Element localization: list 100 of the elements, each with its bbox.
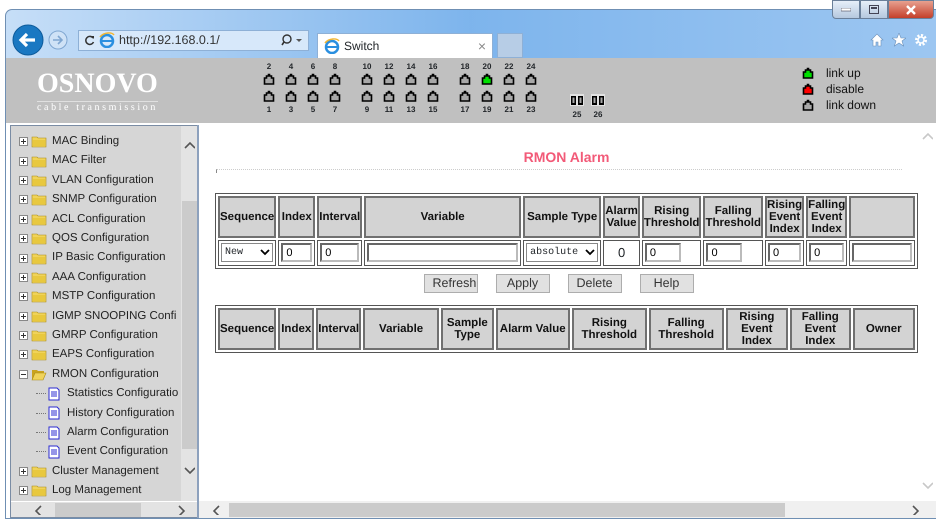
port-number: 9 xyxy=(364,105,370,114)
input-field[interactable]: 0 xyxy=(281,243,312,262)
caret-icon[interactable] xyxy=(585,249,596,256)
tree-item[interactable]: AAA Configuration xyxy=(52,268,146,286)
home-icon[interactable] xyxy=(870,33,884,47)
folder-icon xyxy=(31,464,47,478)
close-icon[interactable] xyxy=(905,4,917,14)
column-header: Sequence xyxy=(218,196,276,238)
expand-icon[interactable] xyxy=(19,156,28,166)
tree-item[interactable]: Alarm Configuration xyxy=(67,424,169,442)
port-number: 24 xyxy=(526,62,536,71)
expand-icon[interactable] xyxy=(19,272,28,282)
tree-item[interactable]: VLAN Configuration xyxy=(52,172,154,190)
column-header: Index xyxy=(278,308,314,350)
folder-icon xyxy=(31,252,47,265)
input-field[interactable]: 0 xyxy=(768,243,802,262)
column-header: Alarm Value xyxy=(603,196,640,238)
port-number: 25 xyxy=(572,110,582,119)
folder-icon xyxy=(31,290,47,304)
expand-icon[interactable] xyxy=(19,214,28,224)
tree-item[interactable]: EAPS Configuration xyxy=(52,346,154,364)
tree-item[interactable]: QOS Configuration xyxy=(52,230,150,248)
collapse-icon[interactable] xyxy=(19,370,28,379)
expand-icon[interactable] xyxy=(19,195,28,204)
tree-item[interactable]: Cluster Management xyxy=(52,462,159,480)
tree-item[interactable]: Event Configuration xyxy=(67,443,168,461)
scrollbar-thumb[interactable] xyxy=(182,201,196,449)
column-header: Interval xyxy=(317,196,362,238)
logo-tagline: cable transmission xyxy=(37,102,159,114)
dropdown[interactable]: New xyxy=(221,243,274,262)
action-button[interactable]: Apply xyxy=(496,274,550,292)
expand-icon[interactable] xyxy=(19,176,28,185)
dropdown[interactable]: absolute xyxy=(526,243,598,262)
tree-item[interactable]: MAC Binding xyxy=(52,133,120,150)
favorites-star-icon[interactable] xyxy=(892,33,906,47)
expand-icon[interactable] xyxy=(19,254,28,263)
minimize-button[interactable] xyxy=(832,0,860,19)
expand-icon[interactable] xyxy=(19,137,28,146)
close-button[interactable] xyxy=(888,0,934,19)
port-number: 23 xyxy=(526,105,536,114)
port-number: 2 xyxy=(266,62,272,71)
port-number: 3 xyxy=(288,105,294,114)
action-button[interactable]: Help xyxy=(640,274,694,292)
scrollbar-thumb[interactable] xyxy=(55,502,141,516)
expand-icon[interactable] xyxy=(19,466,28,476)
column-header: Falling Threshold xyxy=(648,308,724,350)
tree-item[interactable]: Statistics Configuratio xyxy=(67,385,178,402)
tree-item[interactable]: MSTP Configuration xyxy=(52,288,156,306)
caret-icon[interactable] xyxy=(260,249,270,256)
port-number: 6 xyxy=(310,62,316,71)
tab-title: Switch xyxy=(344,38,380,55)
tree-item[interactable]: GMRP Configuration xyxy=(52,326,158,344)
expand-icon[interactable] xyxy=(19,234,28,244)
tree-item[interactable]: History Configuration xyxy=(67,404,174,422)
tree-item[interactable]: SNMP Configuration xyxy=(52,191,157,208)
action-button[interactable]: Delete xyxy=(568,274,622,292)
search-icon[interactable] xyxy=(281,34,303,46)
folder-icon xyxy=(31,270,47,284)
input-field[interactable]: 0 xyxy=(320,243,360,262)
port-number: 20 xyxy=(482,62,492,71)
browser-tab[interactable]: Switch × xyxy=(317,33,493,58)
input-field[interactable] xyxy=(367,243,518,262)
tree-item[interactable]: ACL Configuration xyxy=(52,210,146,228)
tree-item[interactable]: Log Management xyxy=(52,482,142,500)
action-button[interactable]: Refresh xyxy=(424,274,478,292)
column-header: Falling Threshold xyxy=(703,196,764,238)
scrollbar-thumb[interactable] xyxy=(229,502,785,516)
input-field[interactable]: 0 xyxy=(644,243,681,262)
legend-label: disable xyxy=(826,81,864,98)
expand-icon[interactable] xyxy=(19,350,28,360)
legend-label: link up xyxy=(826,65,861,82)
scroll-down-icon[interactable] xyxy=(183,465,195,476)
port-number: 13 xyxy=(406,105,416,114)
port-number: 26 xyxy=(594,110,602,119)
input-field[interactable]: 0 xyxy=(809,243,844,262)
column-header: Owner xyxy=(852,308,915,350)
port-number: 7 xyxy=(332,105,338,114)
scroll-up-icon[interactable] xyxy=(183,140,195,151)
refresh-icon[interactable] xyxy=(84,34,95,46)
expand-icon[interactable] xyxy=(19,292,28,302)
document-icon xyxy=(48,406,60,420)
address-bar[interactable]: http://192.168.0.1/ xyxy=(78,30,309,50)
expand-icon[interactable] xyxy=(19,486,28,496)
sfp-port-icon xyxy=(570,94,584,106)
tree-item[interactable]: IP Basic Configuration xyxy=(52,249,166,267)
back-button[interactable] xyxy=(12,24,44,56)
minimize-icon[interactable] xyxy=(841,8,851,12)
tree-item[interactable]: RMON Configuration xyxy=(52,366,159,383)
column-header: Sequence xyxy=(218,308,276,350)
expand-icon[interactable] xyxy=(19,331,28,340)
input-field[interactable] xyxy=(852,243,912,262)
column-header: Interval xyxy=(316,308,362,350)
tree-item[interactable]: IGMP SNOOPING Confi xyxy=(52,308,176,325)
tree-item[interactable]: MAC Filter xyxy=(52,152,106,170)
tab-close-button[interactable]: × xyxy=(478,36,486,56)
maximize-button[interactable] xyxy=(860,0,888,19)
document-icon xyxy=(48,444,60,459)
expand-icon[interactable] xyxy=(19,312,28,321)
maximize-icon[interactable] xyxy=(869,5,879,14)
input-field[interactable]: 0 xyxy=(706,243,742,262)
